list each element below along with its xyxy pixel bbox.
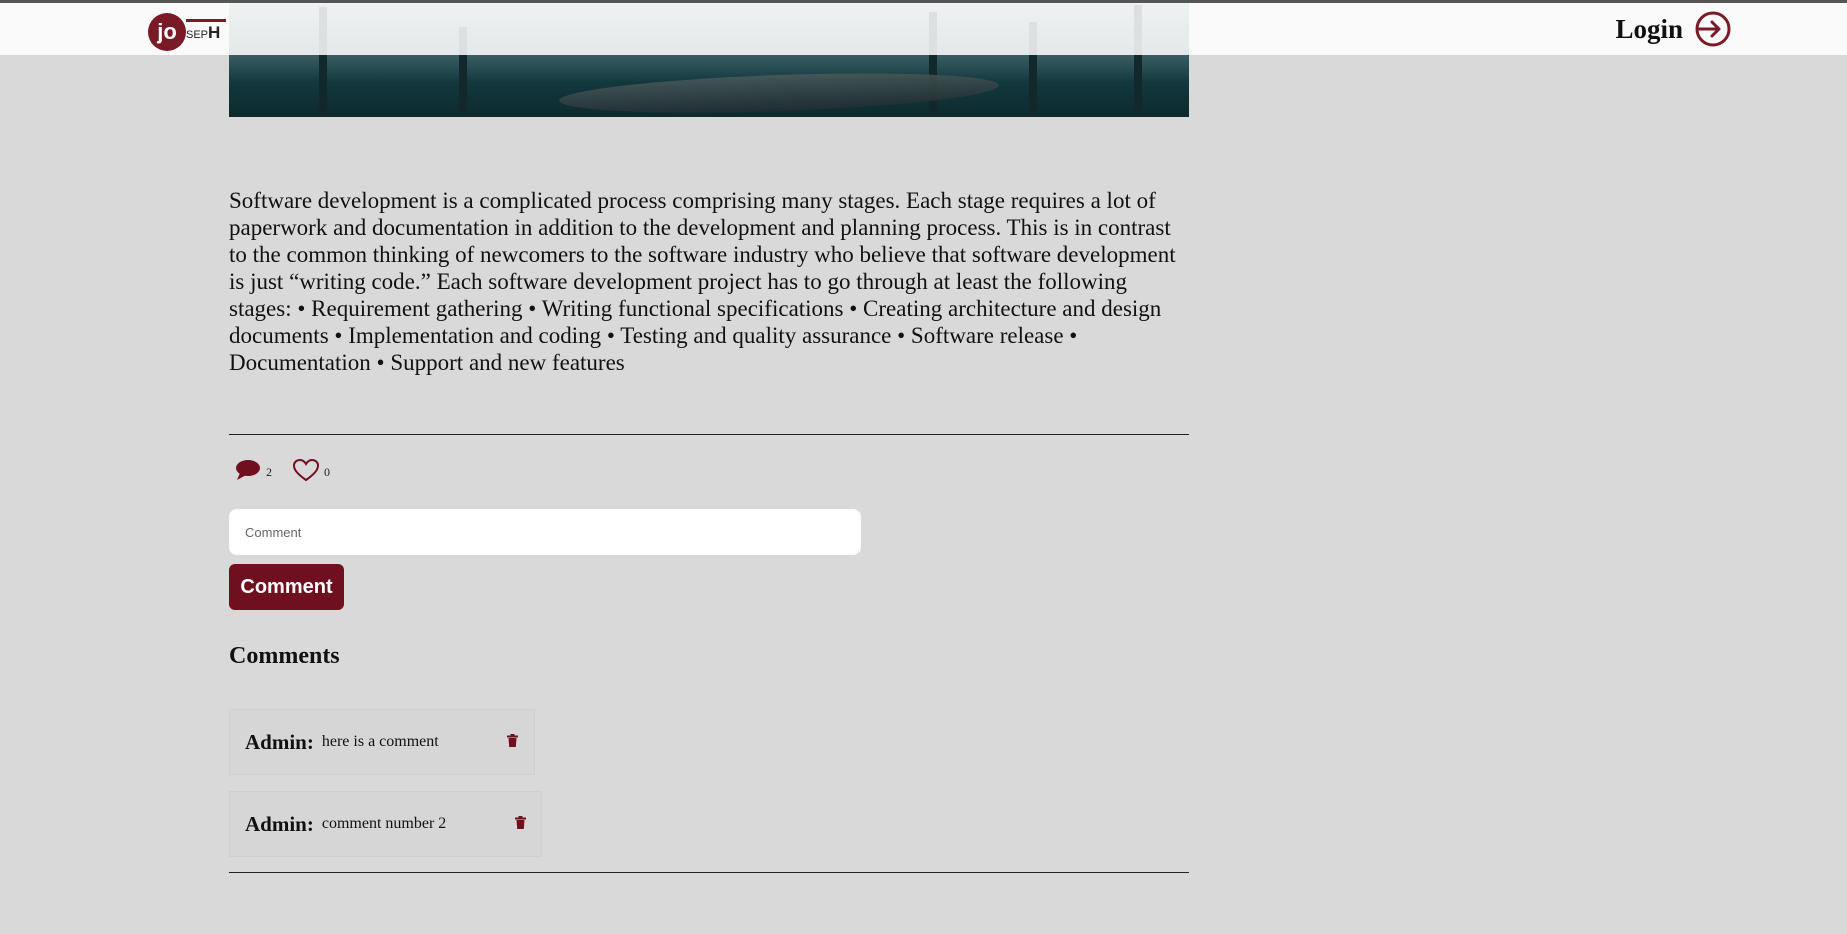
comment-text: here is a comment	[321, 733, 439, 750]
submit-comment-button[interactable]: Comment	[229, 564, 344, 610]
login-button[interactable]: Login	[1615, 11, 1731, 47]
comment-text: comment number 2	[321, 815, 447, 832]
comment-card: Admin: comment number 2	[229, 791, 542, 857]
top-navbar: jo SEPH Login	[0, 3, 1847, 55]
heart-icon[interactable]	[292, 458, 320, 487]
divider-top	[229, 434, 1189, 435]
divider-bottom	[229, 872, 1189, 873]
logo-underline	[186, 19, 226, 22]
comment-count-stat[interactable]: 2	[234, 458, 272, 487]
like-stat[interactable]: 0	[292, 458, 330, 487]
comments-heading: Comments	[229, 643, 340, 669]
comment-author: Admin:	[245, 811, 314, 836]
speech-bubble-icon	[234, 458, 262, 487]
comment-card: Admin: here is a comment	[229, 709, 535, 775]
login-arrow-icon	[1695, 11, 1731, 47]
login-label: Login	[1615, 13, 1683, 44]
article-body: Software development is a complicated pr…	[229, 188, 1176, 375]
site-logo[interactable]: jo SEPH	[148, 11, 230, 51]
logo-wordmark: SEPH	[186, 23, 221, 42]
trash-icon[interactable]	[507, 734, 518, 752]
comment-input[interactable]	[229, 509, 861, 555]
logo-initials: jo	[148, 13, 186, 51]
comment-author: Admin:	[245, 729, 314, 754]
comment-count: 2	[266, 465, 272, 479]
trash-icon[interactable]	[515, 816, 526, 834]
post-stats: 2 0	[234, 458, 350, 487]
like-count: 0	[324, 465, 330, 479]
